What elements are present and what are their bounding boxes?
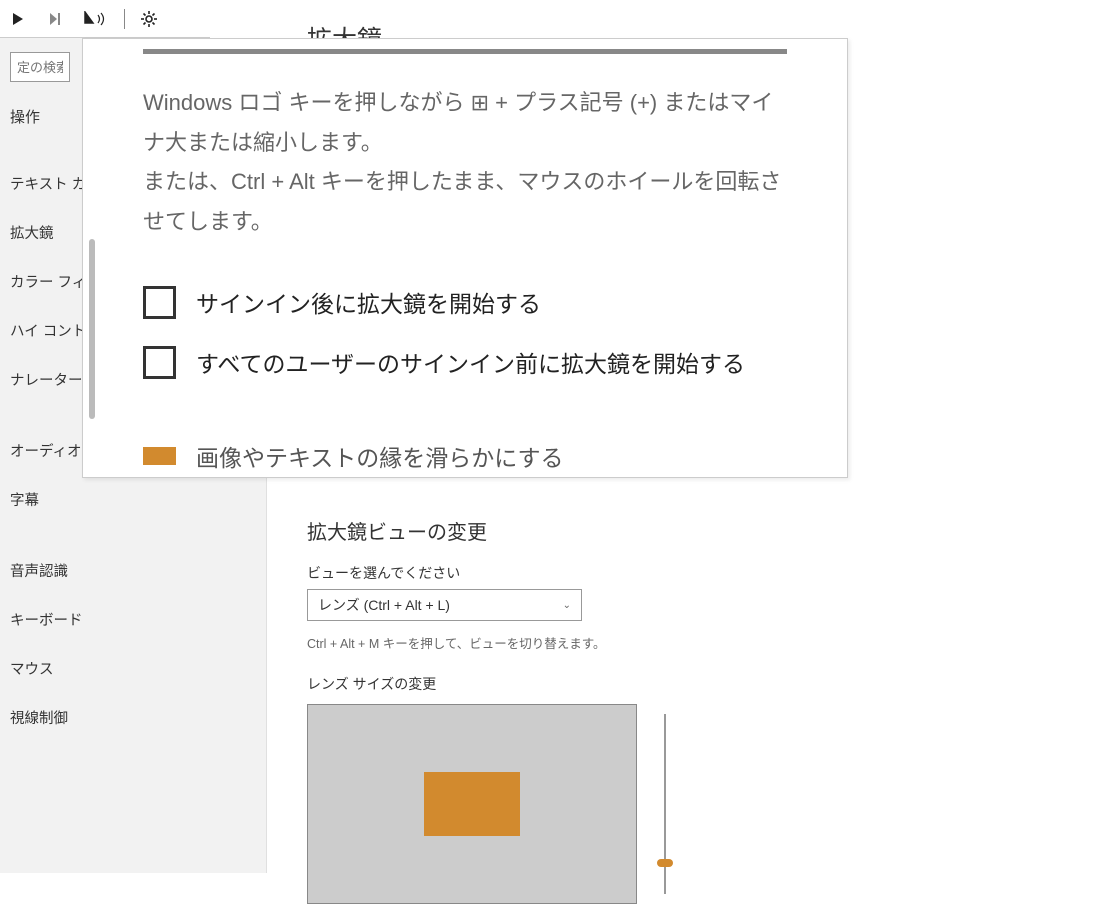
lens-size-label: レンズ サイズの変更	[307, 674, 1075, 694]
toggle-row-smooth-edges[interactable]: 画像やテキストの縁を滑らかにする	[143, 439, 787, 473]
toggle-icon[interactable]	[143, 447, 176, 465]
help-line-2: または、Ctrl + Alt キーを押したまま、マウスのホイールを回転させてしま…	[143, 162, 787, 241]
toggle-label: 画像やテキストの縁を滑らかにする	[196, 439, 564, 473]
scrollbar[interactable]	[89, 239, 95, 419]
lens-inner-rect	[424, 772, 520, 836]
search-input[interactable]	[10, 52, 70, 82]
cursor-sound-icon[interactable]	[84, 9, 110, 29]
skip-icon[interactable]	[46, 9, 66, 29]
lens-preview	[307, 704, 637, 904]
lens-height-slider[interactable]	[655, 704, 675, 904]
slider-thumb[interactable]	[657, 859, 673, 867]
magnifier-panel: Windows ロゴ キーを押しながら ⊞ + プラス記号 (+) またはマイナ…	[82, 38, 848, 478]
play-icon[interactable]	[8, 9, 28, 29]
checkbox-label: サインイン後に拡大鏡を開始する	[196, 285, 541, 319]
chevron-down-icon: ⌄	[563, 600, 571, 611]
sidebar-item-eye-control[interactable]: 視線制御	[0, 693, 266, 742]
sidebar-item-mouse[interactable]: マウス	[0, 644, 266, 693]
checkbox-row-start-after-signin[interactable]: サインイン後に拡大鏡を開始する	[143, 285, 787, 319]
view-section-title: 拡大鏡ビューの変更	[307, 516, 1075, 545]
help-line-1: Windows ロゴ キーを押しながら ⊞ + プラス記号 (+) またはマイナ…	[143, 83, 787, 162]
dropdown-value: レンズ (Ctrl + Alt + L)	[318, 595, 450, 615]
sidebar-item-captions[interactable]: 字幕	[0, 475, 266, 524]
gear-icon[interactable]	[139, 9, 159, 29]
toolbar-divider	[124, 9, 125, 29]
magnifier-help-text: Windows ロゴ キーを押しながら ⊞ + プラス記号 (+) またはマイナ…	[143, 83, 787, 241]
lens-preview-row	[307, 704, 1075, 904]
checkbox-row-start-before-signin[interactable]: すべてのユーザーのサインイン前に拡大鏡を開始する	[143, 345, 787, 379]
choose-view-label: ビューを選んでください	[307, 563, 1075, 583]
checkbox-icon[interactable]	[143, 286, 176, 319]
sidebar-item-speech[interactable]: 音声認識	[0, 546, 266, 595]
checkbox-label: すべてのユーザーのサインイン前に拡大鏡を開始する	[196, 345, 745, 379]
sidebar-item-keyboard[interactable]: キーボード	[0, 595, 266, 644]
panel-divider	[143, 49, 787, 54]
view-section: 拡大鏡ビューの変更 ビューを選んでください レンズ (Ctrl + Alt + …	[307, 516, 1075, 904]
sidebar-group-interaction: 音声認識 キーボード マウス 視線制御	[0, 546, 266, 742]
view-help-text: Ctrl + Alt + M キーを押して、ビューを切り替えます。	[307, 633, 1075, 652]
view-dropdown[interactable]: レンズ (Ctrl + Alt + L) ⌄	[307, 589, 582, 621]
checkbox-icon[interactable]	[143, 346, 176, 379]
magnifier-toolbar	[0, 0, 210, 38]
